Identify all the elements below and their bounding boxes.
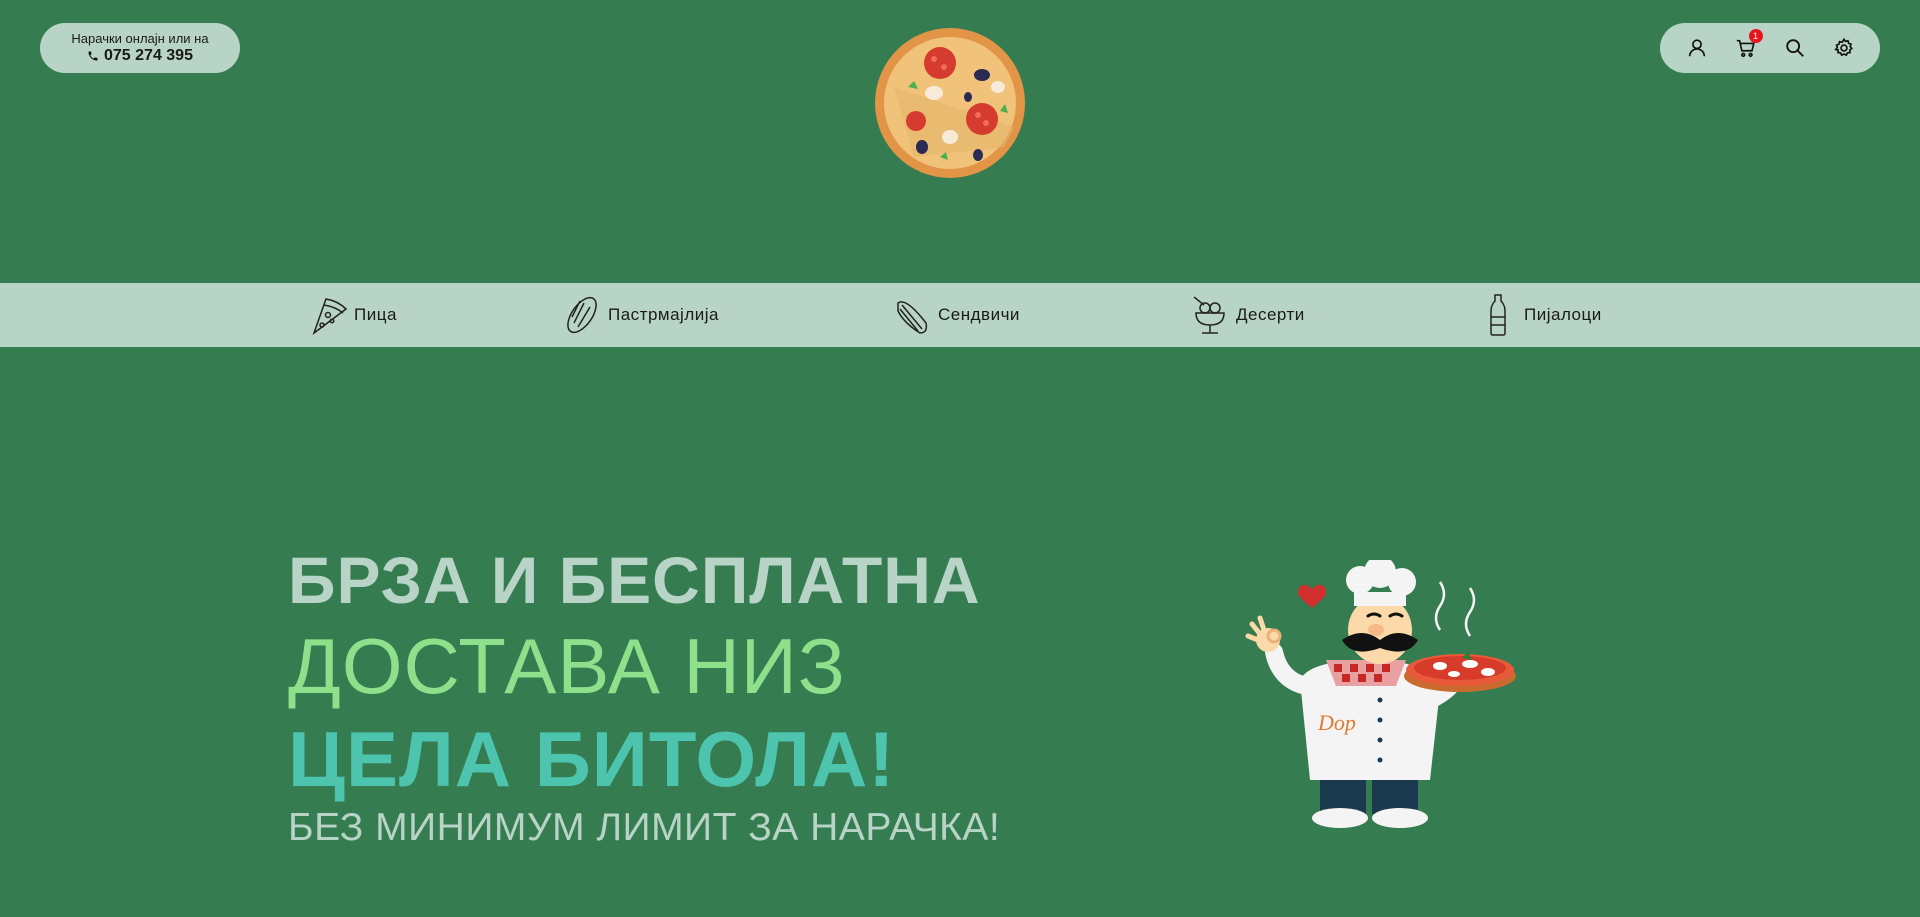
cart-button[interactable]: 1 bbox=[1731, 29, 1763, 63]
header-actions: 1 bbox=[1660, 23, 1880, 73]
phone-icon bbox=[88, 51, 98, 60]
pastrmajlija-icon bbox=[567, 296, 597, 334]
category-label: Сендвичи bbox=[938, 305, 1020, 324]
bottle-icon bbox=[1490, 294, 1506, 336]
phone-caption: Нарачки онлајн или на bbox=[71, 31, 209, 46]
hero-banner: БРЗА И БЕСПЛАТНА ДОСТАВА НИЗ ЦЕЛА БИТОЛА… bbox=[288, 540, 1000, 850]
dessert-icon bbox=[1193, 296, 1225, 334]
account-button[interactable] bbox=[1682, 33, 1712, 63]
category-label: Десерти bbox=[1236, 305, 1305, 324]
hero-line-2: ДОСТАВА НИЗ bbox=[288, 622, 846, 710]
category-nav: Пица Пастрмајлија Сендвичи Десерти Пијал… bbox=[0, 283, 1920, 347]
chef-illustration: Dop bbox=[1245, 560, 1516, 828]
category-desserts[interactable]: Десерти bbox=[1190, 283, 1305, 347]
sandwich-icon bbox=[897, 301, 928, 334]
search-button[interactable] bbox=[1780, 33, 1810, 63]
phone-order-pill[interactable]: Нарачки онлајн или на 075 274 395 bbox=[40, 23, 240, 73]
pizza-slice-icon bbox=[312, 298, 348, 336]
search-icon bbox=[1785, 39, 1804, 57]
hero-line-3: ЦЕЛА БИТОЛА! bbox=[288, 715, 896, 803]
pizza-logo[interactable] bbox=[874, 27, 1026, 179]
svg-text:Dop: Dop bbox=[1317, 710, 1356, 735]
category-sandwiches[interactable]: Сендвичи bbox=[892, 283, 1020, 347]
phone-number-row[interactable]: 075 274 395 bbox=[87, 46, 193, 65]
category-pastrmajlija[interactable]: Пастрмајлија bbox=[562, 283, 719, 347]
user-icon bbox=[1688, 39, 1705, 57]
category-label: Пица bbox=[354, 305, 397, 324]
gear-icon bbox=[1833, 37, 1853, 57]
hero-line-4: БЕЗ МИНИМУМ ЛИМИТ ЗА НАРАЧКА! bbox=[288, 806, 1001, 849]
cart-count-badge: 1 bbox=[1748, 29, 1763, 43]
settings-button[interactable] bbox=[1829, 33, 1859, 63]
category-label: Пијалоци bbox=[1524, 305, 1602, 324]
category-pizza[interactable]: Пица bbox=[308, 283, 397, 347]
hero-line-1: БРЗА И БЕСПЛАТНА bbox=[288, 543, 981, 617]
category-label: Пастрмајлија bbox=[608, 305, 719, 324]
phone-number: 075 274 395 bbox=[104, 47, 193, 64]
category-drinks[interactable]: Пијалоци bbox=[1478, 283, 1602, 347]
